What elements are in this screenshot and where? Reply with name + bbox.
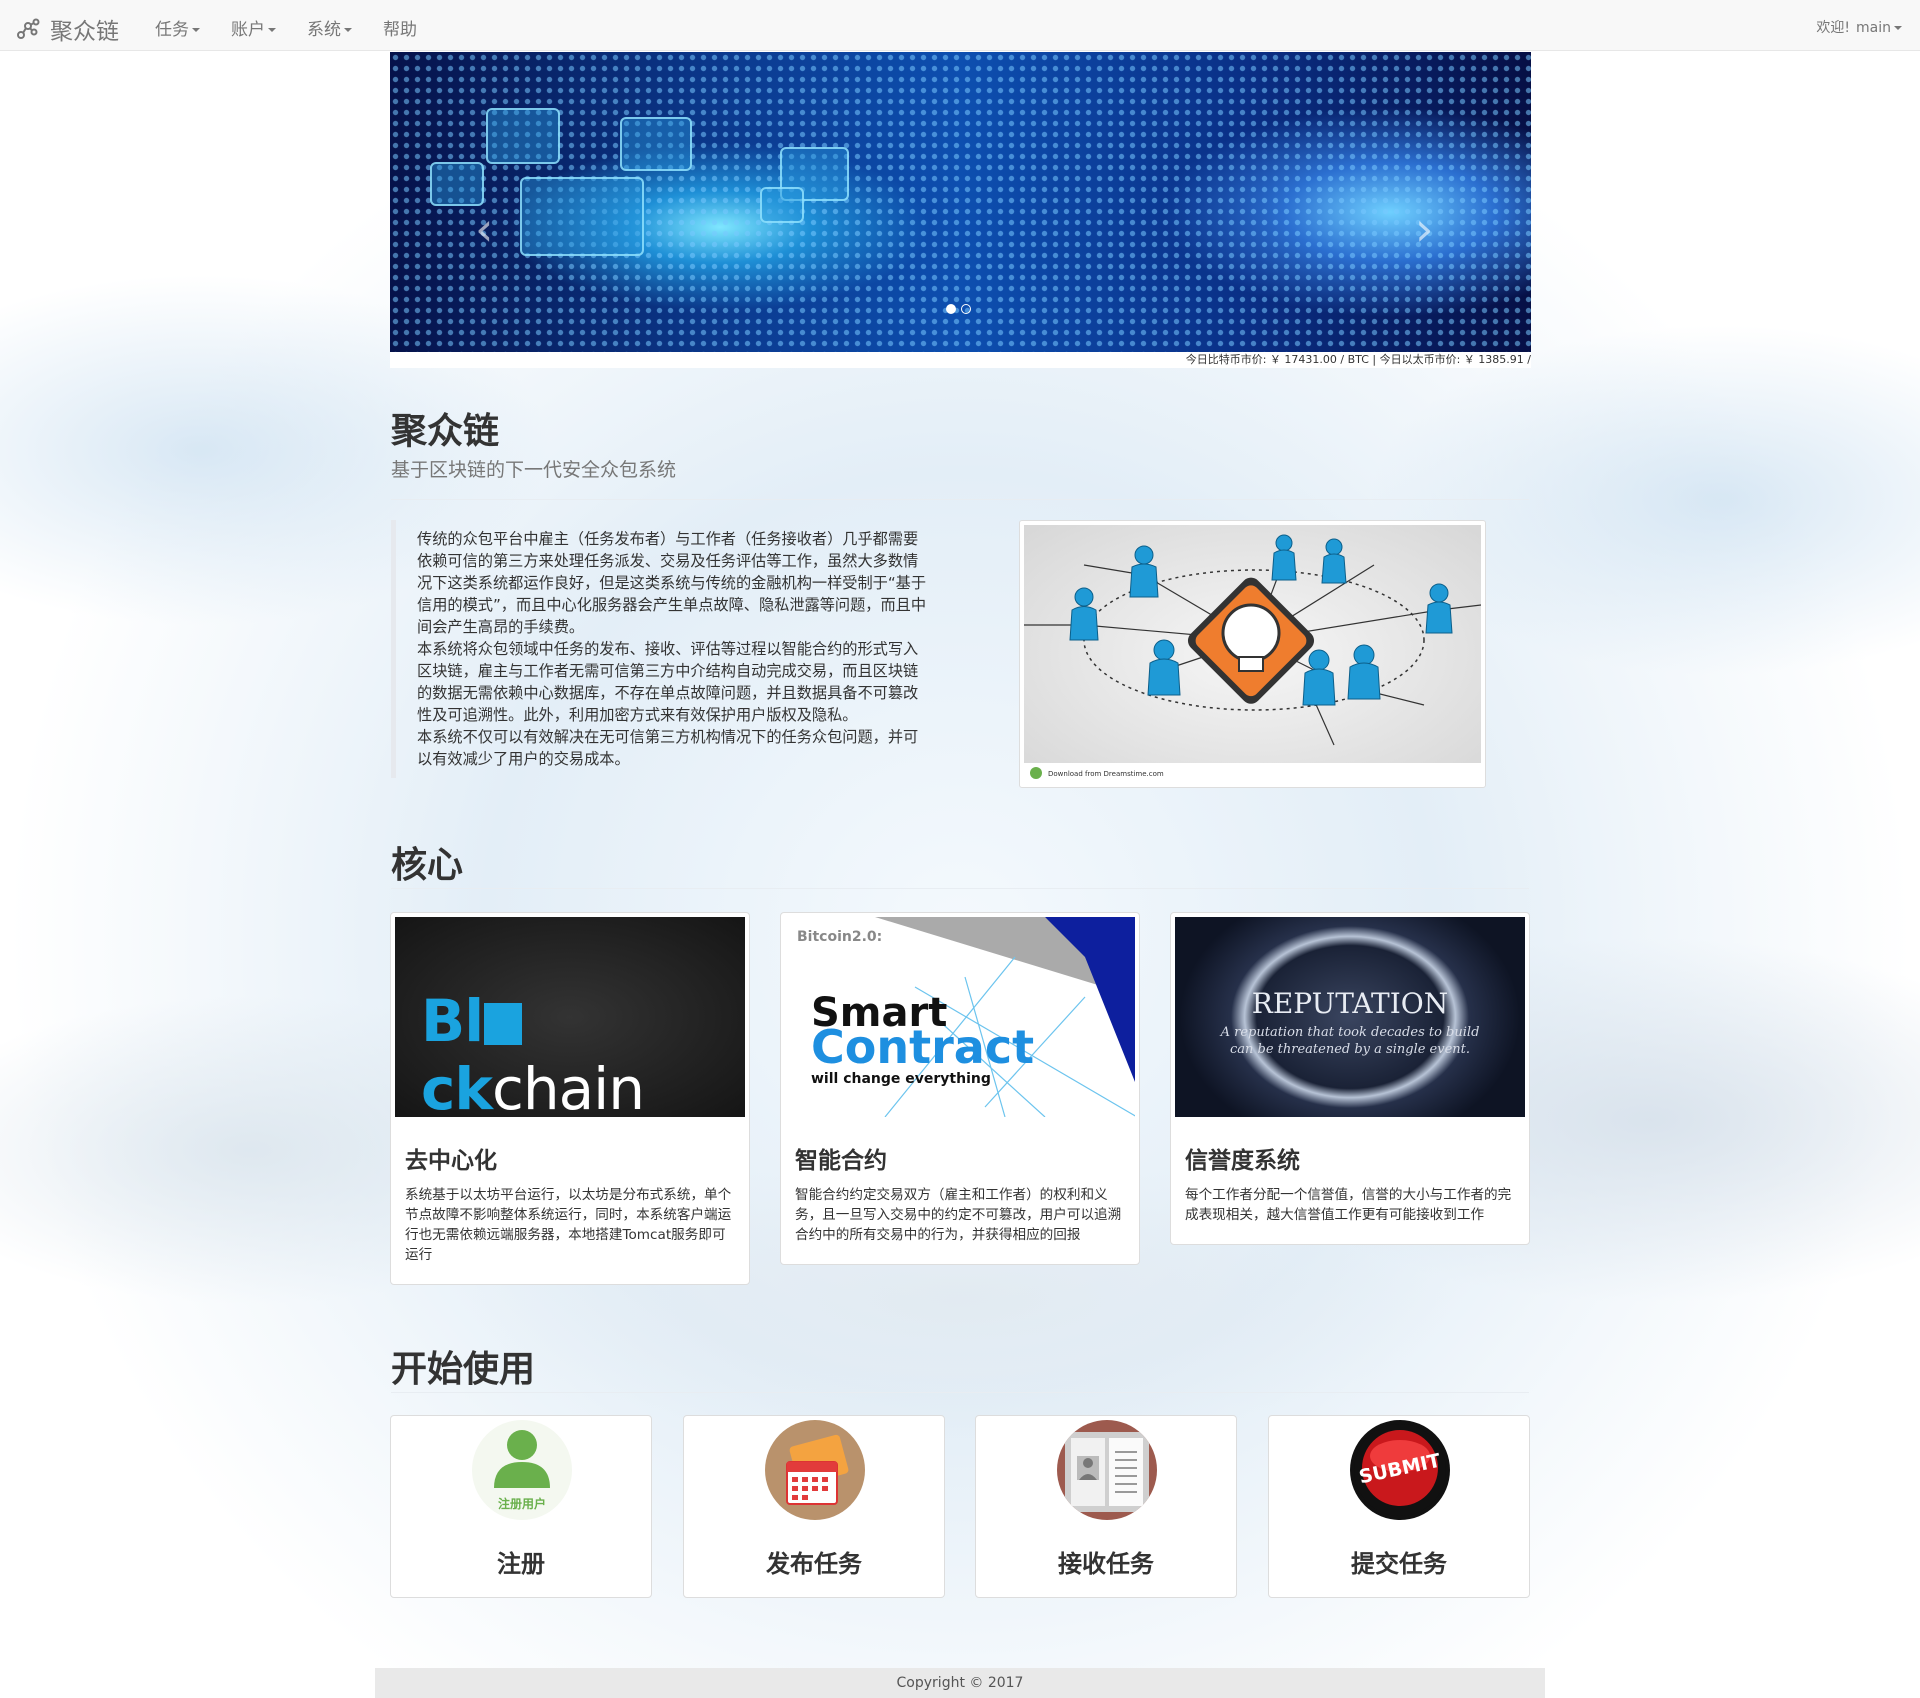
intro-blockquote: 传统的众包平台中雇主（任务发布者）与工作者（任务接收者）几乎都需要依赖可信的第三… — [391, 520, 931, 778]
carousel-indicators — [946, 304, 971, 314]
divider — [391, 1392, 1529, 1393]
carousel-dot-2[interactable] — [961, 304, 971, 314]
tech-panel-shape — [760, 187, 804, 223]
card-title: 信誉度系统 — [1185, 1148, 1300, 1174]
core-card-reputation: REPUTATION A reputation that took decade… — [1170, 912, 1530, 1245]
nav-account-label: 账户 — [231, 20, 265, 40]
tile-label: 发布任务 — [766, 1550, 862, 1578]
caret-down-icon — [1894, 26, 1902, 30]
register-user-icon: 注册用户 — [472, 1420, 572, 1520]
thumb-text: chain — [491, 1055, 645, 1117]
tile-label: 注册 — [497, 1550, 545, 1578]
card-text: 系统基于以太坊平台运行，以太坊是分布式系统，单个节点故障不影响整体系统运行，同时… — [405, 1187, 732, 1263]
smart-contract-thumbnail: Bitcoin2.0: Smart Contract will change e… — [785, 917, 1135, 1117]
tile-label: 提交任务 — [1351, 1550, 1447, 1578]
register-tile[interactable]: 注册用户 注册 — [390, 1415, 652, 1598]
divider — [391, 888, 1529, 889]
nav-help[interactable]: 帮助 — [383, 15, 417, 40]
tech-panel-shape — [620, 117, 692, 171]
welcome-text: 欢迎! — [1816, 20, 1851, 36]
crypto-price-bar: 今日比特币市价: ￥ 17431.00 / BTC | 今日以太币市价: ￥ 1… — [390, 352, 1531, 368]
brand-name: 聚众链 — [50, 19, 119, 45]
thumb-title: REPUTATION — [1251, 987, 1449, 1020]
tech-panel-shape — [430, 162, 484, 206]
crowdsourcing-illustration: Download from Dreamstime.com — [1019, 520, 1486, 788]
cube-icon — [484, 1003, 523, 1045]
nav-help-label: 帮助 — [383, 20, 417, 40]
thumb-text: ck — [421, 1055, 493, 1117]
intro-paragraph: 传统的众包平台中雇主（任务发布者）与工作者（任务接收者）几乎都需要依赖可信的第三… — [417, 530, 927, 636]
tech-panel-shape — [486, 108, 560, 164]
core-section-title: 核心 — [391, 845, 464, 886]
contact-book-icon — [1057, 1420, 1157, 1520]
caret-down-icon — [192, 28, 200, 32]
nav-system-label: 系统 — [307, 20, 341, 40]
card-title: 智能合约 — [795, 1148, 887, 1174]
network-logo-icon — [17, 18, 40, 39]
caret-down-icon — [344, 28, 352, 32]
thumb-tag: Bitcoin2.0: — [797, 929, 883, 945]
network-people-icon: Download from Dreamstime.com — [1024, 534, 1481, 783]
thumb-line3: will change everything — [811, 1071, 991, 1087]
carousel-prev-arrow[interactable]: ‹ — [475, 202, 493, 256]
top-navbar: 聚众链 任务 账户 系统 帮助 欢迎! main — [0, 0, 1920, 51]
hero-carousel: ‹ › — [390, 52, 1531, 352]
card-text: 每个工作者分配一个信誉值，信誉的大小与工作者的完成表现相关，越大信誉值工作更有可… — [1185, 1187, 1512, 1223]
core-card-decentralized: Blckchain 去中心化 系统基于以太坊平台运行，以太坊是分布式系统，单个节… — [390, 912, 750, 1285]
start-section-title: 开始使用 — [391, 1349, 536, 1390]
thumb-line2: Contract — [811, 1020, 1035, 1074]
submit-task-tile[interactable]: SUBMIT 提交任务 — [1268, 1415, 1530, 1598]
intro-paragraph: 本系统将众包领域中任务的发布、接收、评估等过程以智能合约的形式写入区块链，雇主与… — [417, 640, 919, 724]
nav-account[interactable]: 账户 — [231, 15, 276, 40]
receive-task-tile[interactable]: 接收任务 — [975, 1415, 1237, 1598]
nav-tasks[interactable]: 任务 — [155, 15, 200, 40]
thumb-quote: can be threatened by a single event. — [1229, 1042, 1471, 1057]
card-title: 去中心化 — [405, 1148, 497, 1174]
page-subtitle: 基于区块链的下一代安全众包系统 — [391, 459, 677, 481]
blockchain-thumbnail: Blckchain — [395, 917, 745, 1117]
card-text: 智能合约约定交易双方（雇主和工作者）的权利和义务，且一旦写入交易中的约定不可篡改… — [795, 1187, 1122, 1243]
tile-label: 接收任务 — [1058, 1550, 1154, 1578]
page-footer: Copyright © 2017 — [375, 1668, 1545, 1698]
tech-panel-shape — [520, 177, 644, 256]
username: main — [1856, 20, 1891, 36]
core-card-smart-contract: Bitcoin2.0: Smart Contract will change e… — [780, 912, 1140, 1265]
divider — [391, 499, 1529, 500]
carousel-next-arrow[interactable]: › — [1415, 202, 1433, 256]
intro-paragraph: 本系统不仅可以有效解决在无可信第三方机构情况下的任务众包问题，并可以有效减少了用… — [417, 728, 919, 768]
caret-down-icon — [268, 28, 276, 32]
reputation-thumbnail: REPUTATION A reputation that took decade… — [1175, 917, 1525, 1117]
publish-task-tile[interactable]: 发布任务 — [683, 1415, 945, 1598]
icon-caption: 注册用户 — [498, 1496, 546, 1511]
image-credit: Download from Dreamstime.com — [1048, 770, 1164, 778]
thumb-quote: A reputation that took decades to build — [1220, 1025, 1480, 1040]
nav-tasks-label: 任务 — [155, 20, 189, 40]
calendar-folder-icon — [765, 1420, 865, 1520]
submit-button-icon: SUBMIT — [1350, 1420, 1450, 1520]
user-menu[interactable]: 欢迎! main — [1810, 17, 1902, 37]
brand-link[interactable]: 聚众链 — [16, 12, 119, 46]
nav-system[interactable]: 系统 — [307, 15, 352, 40]
page-title: 聚众链 — [391, 411, 500, 452]
carousel-dot-1[interactable] — [946, 304, 956, 314]
thumb-text: Bl — [421, 987, 484, 1055]
